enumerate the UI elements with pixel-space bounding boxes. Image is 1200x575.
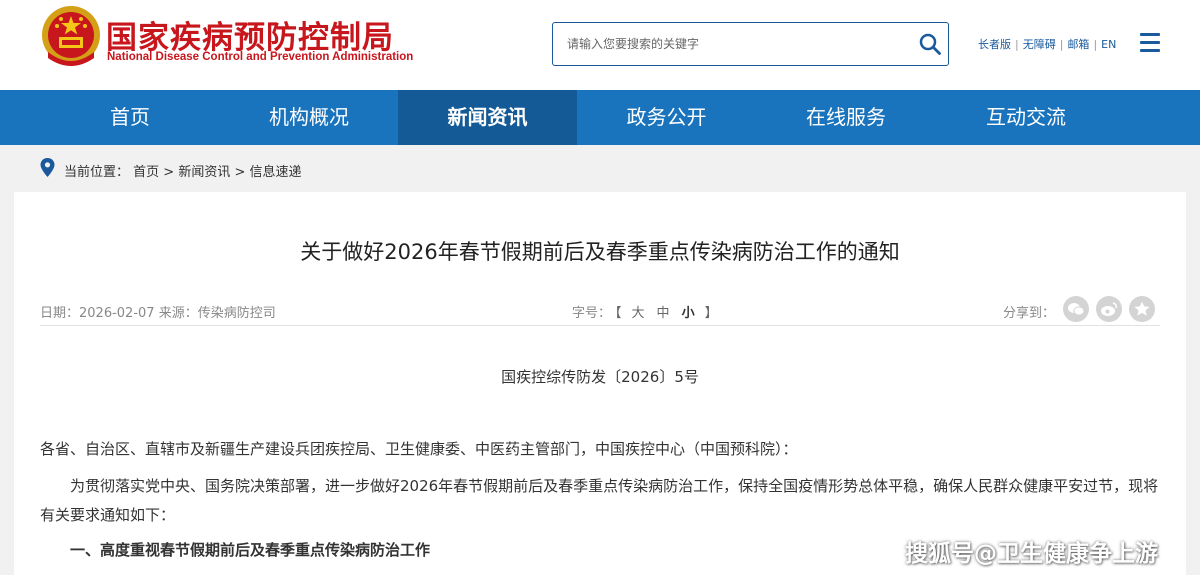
font-size-large[interactable]: 大: [626, 306, 651, 321]
breadcrumb-separator: >: [230, 165, 250, 180]
font-size-medium[interactable]: 中: [651, 306, 676, 321]
bracket-open: 【: [615, 306, 622, 321]
recipients-paragraph: 各省、自治区、直辖市及新疆生产建设兵团疾控局、卫生健康委、中医药主管部门，中国疾…: [40, 440, 798, 458]
accessibility-link[interactable]: 无障碍: [1023, 38, 1056, 51]
national-emblem-icon[interactable]: [40, 4, 102, 70]
favorite-star-icon[interactable]: [1129, 296, 1155, 322]
nav-online-services[interactable]: 在线服务: [756, 90, 936, 145]
breadcrumb-label: 当前位置：: [64, 165, 130, 180]
source-label: 来源：: [158, 306, 198, 321]
font-size-control: 字号：【大中小】: [572, 302, 722, 321]
breadcrumb-text: 当前位置： 首页 > 新闻资讯 > 信息速递: [64, 161, 302, 180]
location-pin-icon: [40, 158, 55, 177]
intro-paragraph: 为贯彻落实党中央、国务院决策部署，进一步做好2026年春节假期前后及春季重点传染…: [40, 477, 1159, 524]
search-box: [552, 22, 949, 66]
article-source: 传染病防控司: [197, 306, 276, 321]
search-input[interactable]: [567, 33, 907, 55]
nav-government-affairs[interactable]: 政务公开: [577, 90, 756, 145]
article-meta: 日期：2026-02-07 来源：传染病防控司 字号：【大中小】 分享到：: [40, 294, 1160, 326]
watermark: 搜狐号@卫生健康争上游: [905, 541, 1158, 567]
menu-bar: [1140, 41, 1160, 44]
elder-version-link[interactable]: 长者版: [978, 38, 1011, 51]
share-label: 分享到：: [1003, 306, 1056, 321]
breadcrumb-separator: >: [159, 165, 179, 180]
site-header: 国家疾病预防控制局 National Disease Control and P…: [0, 0, 1200, 90]
top-links: 长者版 | 无障碍 | 邮箱 | EN: [978, 36, 1116, 52]
breadcrumb-news[interactable]: 新闻资讯: [178, 165, 230, 180]
site-title-english[interactable]: National Disease Control and Prevention …: [107, 51, 413, 63]
menu-bar: [1140, 33, 1160, 36]
mailbox-link[interactable]: 邮箱: [1067, 38, 1089, 51]
article-title: 关于做好2026年春节假期前后及春季重点传染病防治工作的通知: [300, 240, 900, 264]
font-size-small[interactable]: 小: [676, 306, 701, 321]
nav-about[interactable]: 机构概况: [220, 90, 398, 145]
nav-news[interactable]: 新闻资讯: [398, 90, 577, 145]
share-control: 分享到：: [1003, 302, 1055, 321]
hamburger-menu-icon[interactable]: [1140, 33, 1160, 53]
weibo-icon[interactable]: [1096, 296, 1122, 322]
link-separator: |: [1093, 38, 1098, 51]
breadcrumb-current[interactable]: 信息速递: [250, 165, 302, 180]
article-card: 关于做好2026年春节假期前后及春季重点传染病防治工作的通知 日期：2026-0…: [14, 192, 1186, 575]
document-number: 国疾控综传防发〔2026〕5号: [501, 368, 699, 386]
wechat-icon[interactable]: [1063, 296, 1089, 322]
search-icon[interactable]: [918, 32, 942, 56]
section-heading-1: 一、高度重视春节假期前后及春季重点传染病防治工作: [70, 541, 431, 559]
article-date-source: 日期：2026-02-07 来源：传染病防控司: [40, 302, 276, 321]
nav-interaction[interactable]: 互动交流: [936, 90, 1116, 145]
link-separator: |: [1015, 38, 1019, 51]
english-link[interactable]: EN: [1101, 38, 1116, 51]
breadcrumb-home[interactable]: 首页: [133, 165, 159, 180]
link-separator: |: [1059, 38, 1064, 51]
menu-bar: [1140, 49, 1160, 52]
main-nav: 首页 机构概况 新闻资讯 政务公开 在线服务 互动交流: [0, 90, 1200, 145]
date-label: 日期：: [40, 306, 80, 321]
article-date: 2026-02-07: [79, 306, 155, 321]
nav-home[interactable]: 首页: [40, 90, 220, 145]
bracket-close: 】: [704, 306, 718, 321]
font-size-label: 字号：: [572, 306, 612, 321]
